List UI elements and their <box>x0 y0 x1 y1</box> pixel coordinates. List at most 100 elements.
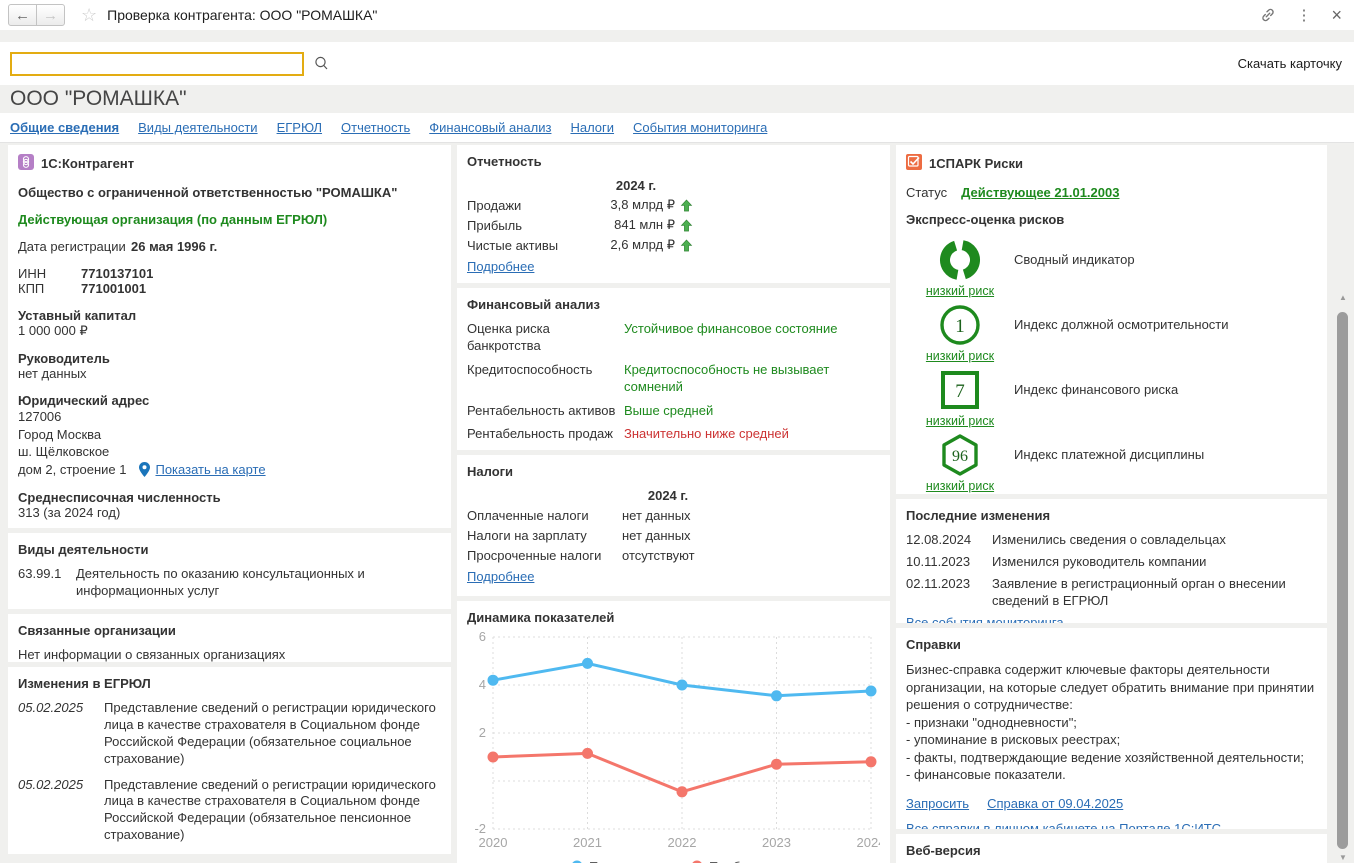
all-monitoring-events-link[interactable]: Все события мониторинга <box>906 615 1317 623</box>
reporting-row: Прибыль 841 млн ₽ <box>467 217 880 233</box>
contragent-section-title: 1С:Контрагент <box>41 156 134 171</box>
scrollbar-thumb[interactable] <box>1337 312 1348 849</box>
activity-description: Деятельность по оказанию консультационны… <box>76 566 441 600</box>
certificates-bullet: - финансовые показатели. <box>906 766 1317 784</box>
company-title: ООО "РОМАШКА" <box>0 85 1354 113</box>
risk-level-link[interactable]: низкий риск <box>926 479 994 493</box>
address-line: дом 2, строение 1 <box>18 461 126 479</box>
get-link-icon[interactable] <box>1260 7 1276 23</box>
taxes-label: Просроченные налоги <box>467 548 622 563</box>
download-card-link[interactable]: Скачать карточку <box>1238 56 1342 71</box>
indicators-chart: 642-220202021202220232024ПродажиПрибыль <box>467 629 880 863</box>
payment-discipline-hexagon-icon: 96 <box>906 432 1014 478</box>
egrul-changes-title: Изменения в ЕГРЮЛ <box>18 676 441 691</box>
reporting-label: Продажи <box>467 198 597 213</box>
back-button[interactable]: ← <box>9 5 37 25</box>
all-activities-link[interactable]: Все виды деятельности (26) <box>18 608 441 609</box>
show-on-map-link[interactable]: Показать на карте <box>155 461 265 479</box>
taxes-more-link[interactable]: Подробнее <box>467 569 880 584</box>
fin-analysis-panel: Финансовый анализ Оценка риска банкротст… <box>457 288 890 450</box>
fin-analysis-label: Рентабельность активов <box>467 403 624 420</box>
status-value-link[interactable]: Действующее 21.01.2003 <box>961 185 1119 200</box>
tab-fin-analysis[interactable]: Финансовый анализ <box>429 120 551 135</box>
reporting-row: Продажи 3,8 млрд ₽ <box>467 197 880 213</box>
taxes-value: нет данных <box>622 528 691 543</box>
certificates-title: Справки <box>906 637 1317 652</box>
left-column: 1С:Контрагент Общество с ограниченной от… <box>8 145 451 854</box>
fin-analysis-row: Кредитоспособность Кредитоспособность не… <box>467 362 880 396</box>
address-line: Город Москва <box>18 426 441 444</box>
search-icon[interactable] <box>313 55 330 72</box>
fin-analysis-label: Оценка риска банкротства <box>467 321 624 355</box>
company-status: Действующая организация (по данным ЕГРЮЛ… <box>18 212 441 227</box>
latest-changes-title: Последние изменения <box>906 508 1317 523</box>
tab-monitoring[interactable]: События мониторинга <box>633 120 767 135</box>
capital-value: 1 000 000 ₽ <box>18 323 441 339</box>
portal-certificates-link[interactable]: Все справки в личном кабинете на Портале… <box>906 821 1317 829</box>
tabs-bar: Общие сведения Виды деятельности ЕГРЮЛ О… <box>0 113 1354 143</box>
certificate-date-link[interactable]: Справка от 09.04.2025 <box>987 796 1123 811</box>
egrul-change-row: 09.11.2023 Изменение сведений о юридичес… <box>18 853 441 854</box>
tab-egrul[interactable]: ЕГРЮЛ <box>277 120 322 135</box>
risk-indicator-row: низкий риск Сводный индикатор <box>906 237 1317 298</box>
inn-label: ИНН <box>18 266 81 281</box>
fin-analysis-value: Кредитоспособность не вызывает сомнений <box>624 362 880 396</box>
fin-analysis-title: Финансовый анализ <box>467 297 880 312</box>
summary-indicator-donut-icon <box>906 237 1014 283</box>
egrul-change-text: Представление сведений о регистрации юри… <box>104 777 441 845</box>
address-line: 127006 <box>18 408 441 426</box>
map-pin-icon <box>139 462 150 477</box>
middle-column: Отчетность 2024 г. Продажи 3,8 млрд ₽ Пр… <box>457 145 890 863</box>
address-line: ш. Щёлковское <box>18 443 441 461</box>
monitoring-row: 12.08.2024 Изменились сведения о совладе… <box>906 532 1317 549</box>
svg-text:2023: 2023 <box>762 835 791 850</box>
risk-level-link[interactable]: низкий риск <box>926 284 994 298</box>
risk-level-link[interactable]: низкий риск <box>926 349 994 363</box>
monitoring-date: 12.08.2024 <box>906 532 992 549</box>
financial-risk-square-icon: 7 <box>906 367 1014 413</box>
contragent-service-icon <box>18 154 34 173</box>
svg-text:7: 7 <box>955 381 965 402</box>
fin-analysis-row: Рентабельность продаж Значительно ниже с… <box>467 426 880 443</box>
scroll-down-icon[interactable]: ▼ <box>1335 853 1351 862</box>
reporting-value: 2,6 млрд ₽ <box>597 237 675 253</box>
head-label: Руководитель <box>18 351 441 366</box>
reporting-more-link[interactable]: Подробнее <box>467 259 880 274</box>
risk-level-link[interactable]: низкий риск <box>926 414 994 428</box>
scroll-up-icon[interactable]: ▲ <box>1335 293 1351 302</box>
trend-up-icon <box>680 219 693 232</box>
headcount-value: 313 (за 2024 год) <box>18 505 441 520</box>
monitoring-text: Изменились сведения о совладельцах <box>992 532 1317 549</box>
vertical-scrollbar[interactable]: ▲ ▼ <box>1335 290 1351 863</box>
taxes-value: отсутствуют <box>622 548 695 563</box>
favorite-star-icon[interactable]: ☆ <box>81 5 97 26</box>
svg-text:96: 96 <box>952 448 968 465</box>
kpp-value: 771001001 <box>81 281 146 296</box>
reporting-row: Чистые активы 2,6 млрд ₽ <box>467 237 880 253</box>
tab-taxes[interactable]: Налоги <box>570 120 614 135</box>
svg-text:2020: 2020 <box>479 835 508 850</box>
indicator-label: Индекс финансового риска <box>1014 367 1317 428</box>
status-label: Статус <box>906 185 947 200</box>
svg-text:2021: 2021 <box>573 835 602 850</box>
monitoring-date: 10.11.2023 <box>906 554 992 571</box>
request-certificate-link[interactable]: Запросить <box>906 796 969 811</box>
contragent-panel: 1С:Контрагент Общество с ограниченной от… <box>8 145 451 528</box>
more-menu-icon[interactable]: ⋮ <box>1296 6 1311 24</box>
svg-text:2024: 2024 <box>857 835 880 850</box>
svg-text:4: 4 <box>479 677 486 692</box>
taxes-title: Налоги <box>467 464 880 479</box>
close-icon[interactable]: × <box>1331 5 1342 26</box>
forward-button[interactable]: → <box>37 5 64 25</box>
monitoring-text: Изменился руководитель компании <box>992 554 1317 571</box>
search-input[interactable] <box>10 52 304 76</box>
svg-text:-2: -2 <box>474 821 486 836</box>
tab-general[interactable]: Общие сведения <box>10 120 119 135</box>
latest-changes-panel: Последние изменения 12.08.2024 Изменилис… <box>896 499 1327 623</box>
inn-value: 7710137101 <box>81 266 153 281</box>
tab-reporting[interactable]: Отчетность <box>341 120 410 135</box>
svg-text:6: 6 <box>479 629 486 644</box>
trend-up-icon <box>680 199 693 212</box>
tab-activities[interactable]: Виды деятельности <box>138 120 257 135</box>
window-title: Проверка контрагента: ООО "РОМАШКА" <box>107 7 377 23</box>
